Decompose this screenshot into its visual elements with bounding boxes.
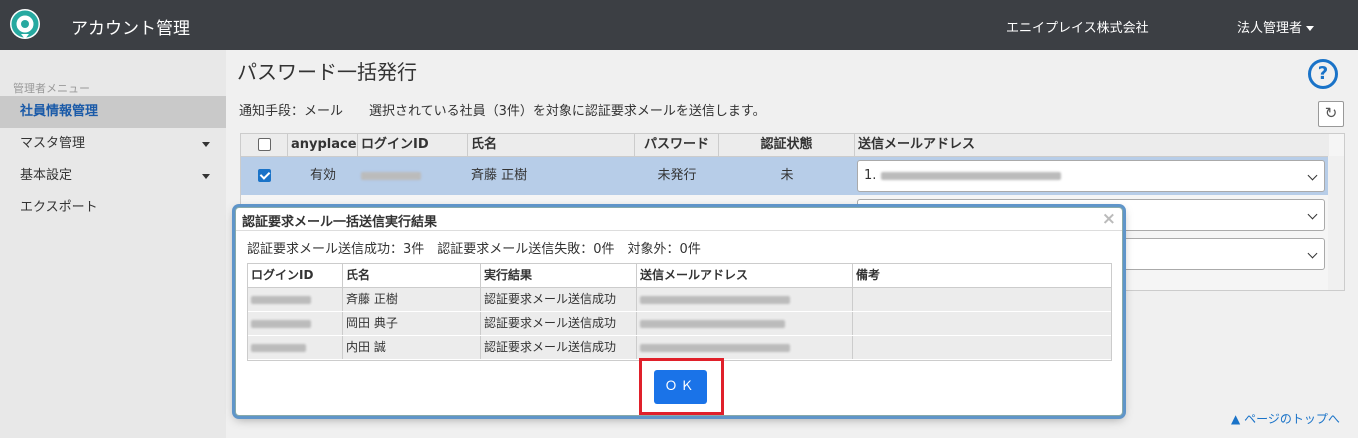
status-value: 未 <box>780 168 794 183</box>
notify-label: 通知手段： <box>239 104 305 119</box>
login-id-value <box>248 336 343 359</box>
row-checkbox[interactable] <box>258 169 271 182</box>
sidebar-item-label: エクスポート <box>20 200 98 215</box>
sidebar-item-label: 社員情報管理 <box>20 104 99 119</box>
col-auth-status[interactable]: 認証状態 <box>719 134 855 156</box>
email-select-value: 1. <box>864 168 877 183</box>
result-value: 認証要求メール送信成功 <box>481 288 637 311</box>
name-value: 斉藤 正樹 <box>471 168 528 183</box>
result-dialog: 認証要求メール一括送信実行結果 × 認証要求メール送信成功：3件 認証要求メール… <box>235 207 1123 416</box>
notify-message: 選択されている社員（3件）を対象に認証要求メールを送信します。 <box>369 104 766 119</box>
result-summary: 認証要求メール送信成功：3件 認証要求メール送信失敗：0件 対象外：0件 <box>247 242 701 257</box>
remarks-value <box>853 312 1111 335</box>
result-table: ログインID 氏名 実行結果 送信メールアドレス 備考 斉藤 正樹 認証要求メー… <box>247 263 1112 361</box>
sidebar-item-export[interactable]: エクスポート <box>0 192 226 224</box>
user-menu[interactable]: 法人管理者 <box>1237 17 1315 36</box>
name-value: 内田 誠 <box>343 336 481 359</box>
col-name: 氏名 <box>343 264 481 287</box>
sidebar-item-label: 基本設定 <box>20 168 73 183</box>
company-name: エニイプレイス株式会社 <box>1006 21 1149 36</box>
remarks-value <box>853 288 1111 311</box>
chevron-down-icon <box>1307 209 1318 220</box>
notify-line: 通知手段：メール 選択されている社員（3件）を対象に認証要求メールを送信します。 <box>239 100 766 119</box>
notify-value: メール <box>304 104 344 119</box>
top-header: アカウント管理 エニイプレイス株式会社 法人管理者 <box>0 0 1358 50</box>
refresh-icon: ↻ <box>1324 104 1338 122</box>
caret-down-icon <box>202 174 210 179</box>
user-menu-label: 法人管理者 <box>1237 21 1303 36</box>
email-value <box>637 288 853 311</box>
chevron-down-icon <box>1307 248 1318 259</box>
dialog-divider <box>236 230 1122 231</box>
sidebar-heading: 管理者メニュー <box>13 82 90 95</box>
sidebar-item-label: マスタ管理 <box>20 136 86 151</box>
select-all-checkbox-cell <box>241 134 288 156</box>
help-circle-icon[interactable]: ? <box>1308 59 1338 89</box>
login-id-value <box>361 157 468 195</box>
result-value: 認証要求メール送信成功 <box>481 312 637 335</box>
password-value: 未発行 <box>657 168 697 183</box>
login-id-value <box>248 312 343 335</box>
result-row: 内田 誠 認証要求メール送信成功 <box>248 336 1111 360</box>
result-table-header: ログインID 氏名 実行結果 送信メールアドレス 備考 <box>248 264 1111 288</box>
login-id-value <box>248 288 343 311</box>
sidebar-item-employee-info[interactable]: 社員情報管理 <box>0 96 226 128</box>
email-value <box>637 312 853 335</box>
caret-down-icon <box>1306 26 1315 31</box>
email-select[interactable]: 1. <box>857 160 1325 192</box>
sidebar: 管理者メニュー 社員情報管理 マスタ管理 基本設定 エクスポート <box>0 50 226 438</box>
employee-row[interactable]: 有効 斉藤 正樹 未発行 未 1. <box>241 157 1329 195</box>
result-row: 斉藤 正樹 認証要求メール送信成功 <box>248 288 1111 312</box>
anyplace-logo-icon[interactable] <box>7 7 43 43</box>
sidebar-item-basic-settings[interactable]: 基本設定 <box>0 160 226 192</box>
page-top-label: ページのトップへ <box>1244 412 1340 426</box>
employee-table-header: anyplace ログインID 氏名 パスワード 認証状態 送信メールアドレス <box>241 134 1329 157</box>
select-all-checkbox[interactable] <box>257 138 271 151</box>
close-icon[interactable]: × <box>1102 209 1116 229</box>
col-result: 実行結果 <box>481 264 637 287</box>
refresh-button[interactable]: ↻ <box>1318 101 1344 127</box>
col-login-id[interactable]: ログインID <box>358 134 468 156</box>
sidebar-item-master[interactable]: マスタ管理 <box>0 128 226 160</box>
ok-button[interactable]: ＯＫ <box>654 370 707 404</box>
col-name[interactable]: 氏名 <box>468 134 635 156</box>
result-value: 認証要求メール送信成功 <box>481 336 637 359</box>
caret-down-icon <box>202 142 210 147</box>
col-login-id: ログインID <box>248 264 343 287</box>
page-title: パスワード一括発行 <box>237 60 417 84</box>
table-scrollbar[interactable] <box>1328 156 1344 290</box>
col-email[interactable]: 送信メールアドレス <box>855 134 1329 156</box>
col-email: 送信メールアドレス <box>637 264 853 287</box>
chevron-down-icon <box>1307 170 1318 181</box>
anyplace-value: 有効 <box>309 168 336 183</box>
result-row: 岡田 典子 認証要求メール送信成功 <box>248 312 1111 336</box>
col-anyplace[interactable]: anyplace <box>288 134 358 156</box>
page-top-link[interactable]: ▲ ページのトップへ <box>1231 410 1340 427</box>
triangle-up-icon: ▲ <box>1231 412 1241 426</box>
col-password[interactable]: パスワード <box>635 134 719 156</box>
col-remarks: 備考 <box>856 268 881 282</box>
row-checkbox-cell <box>241 157 288 195</box>
remarks-value <box>853 336 1111 359</box>
app-title: アカウント管理 <box>71 19 190 39</box>
name-value: 岡田 典子 <box>343 312 481 335</box>
name-value: 斉藤 正樹 <box>343 288 481 311</box>
dialog-title: 認証要求メール一括送信実行結果 <box>242 215 438 230</box>
email-value <box>637 336 853 359</box>
